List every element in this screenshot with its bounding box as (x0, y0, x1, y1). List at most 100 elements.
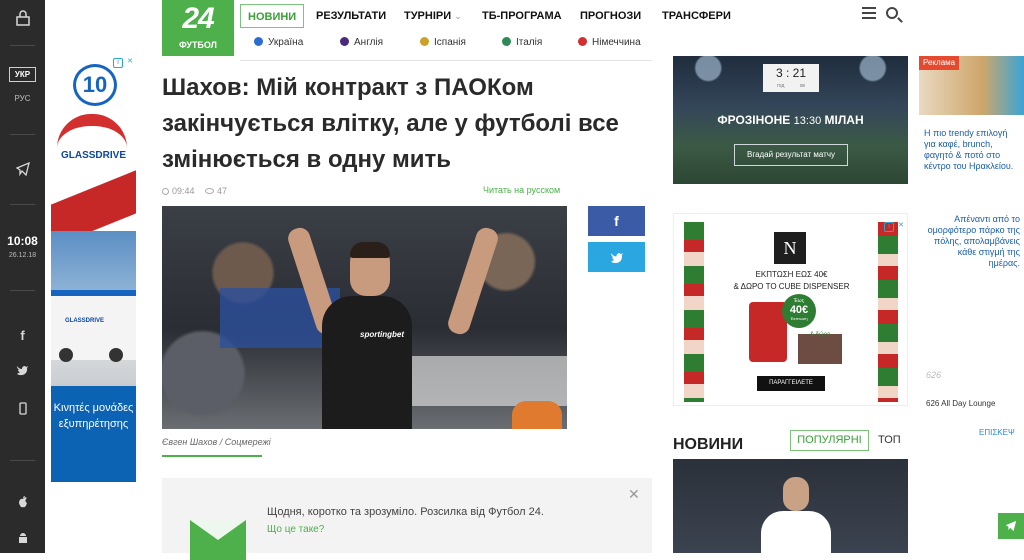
facebook-icon[interactable]: f (0, 328, 45, 343)
right-banner-ad[interactable]: N ΕΚΠΤΩΣΗ ΕΩΣ 40€ & ΔΩΡΟ ΤΟ CUBE DISPENS… (673, 213, 908, 406)
countdown-units: год хв (777, 83, 805, 89)
share-facebook-button[interactable]: f (588, 206, 645, 236)
away-team: МІЛАН (824, 113, 864, 127)
read-in-russian-link[interactable]: Читать на русском (483, 185, 560, 195)
league-label: Італія (516, 37, 543, 48)
ad-pattern (684, 222, 704, 402)
close-icon[interactable]: ✕ (628, 486, 640, 503)
android-icon[interactable] (0, 532, 45, 548)
photo-player (322, 296, 412, 429)
countdown-minutes: 21 (792, 66, 807, 80)
lock-icon[interactable] (0, 10, 45, 29)
lang-ukr-button[interactable]: УКР (9, 67, 36, 82)
countdown-value: 3 : 21 (775, 66, 807, 80)
adchoices-icon[interactable]: i (113, 58, 123, 68)
rail-divider (10, 134, 35, 135)
match-time: 13:30 (793, 115, 822, 127)
site-logo[interactable]: 24 ФУТБОЛ (162, 0, 234, 56)
england-flag-icon (340, 37, 349, 46)
ad-cta-text: Κινητές μονάδες εξυπηρέτησης (53, 402, 134, 430)
league-england[interactable]: Англія (340, 34, 383, 52)
telegram-icon (1005, 520, 1017, 532)
telegram-float-button[interactable] (998, 513, 1024, 539)
article-meta: 09:44 47 (162, 186, 227, 196)
ad-pattern (878, 222, 898, 402)
news-player-head (783, 477, 809, 511)
spain-flag-icon (420, 37, 429, 46)
league-label: Україна (268, 37, 304, 48)
mobile-icon[interactable] (0, 402, 45, 418)
league-spain[interactable]: Іспанія (420, 34, 466, 52)
left-rail: УКР РУС 10:08 26.12.18 f (0, 0, 45, 553)
search-icon[interactable] (886, 7, 898, 19)
home-team: ФРОЗІНОНЕ (717, 113, 791, 127)
league-ukraine[interactable]: Україна (254, 34, 303, 52)
ad-label: Реклама (919, 56, 960, 70)
news-section-title: НОВИНИ (673, 436, 744, 453)
ad-logo-badge: 10 (73, 64, 117, 106)
league-germany[interactable]: Німеччина (578, 34, 641, 52)
article-views: 47 (217, 186, 228, 196)
eye-icon (205, 188, 215, 194)
rail-divider (10, 460, 35, 461)
germany-flag-icon (578, 37, 587, 46)
match-widget: 3 : 21 год хв ФРОЗІНОНЕ 13:30 МІЛАН Вгад… (673, 56, 908, 184)
league-label: Англія (354, 37, 384, 48)
telegram-icon[interactable] (0, 161, 45, 179)
newsletter-box: Щодня, коротко та зрозуміло. Розсилка ві… (162, 478, 652, 560)
nav-news[interactable]: НОВИНИ (240, 4, 305, 28)
ad-van-brand: GLASSDRIVE (65, 318, 105, 324)
lounge-visit-link[interactable]: ΕΠΙΣΚΕΨ (979, 428, 1015, 437)
lounge-logo: 626 (926, 370, 942, 380)
photo-player-hair (350, 242, 390, 258)
tab-popular[interactable]: ПОПУЛЯРНІ (790, 430, 869, 451)
chevron-down-icon: ⌄ (454, 11, 462, 21)
nav-tournaments-label: ТУРНІРИ (404, 10, 452, 22)
envelope-icon (190, 520, 246, 560)
newsletter-info-link[interactable]: Що це таке? (267, 524, 324, 535)
twitter-icon (610, 253, 623, 264)
lang-rus-button[interactable]: РУС (0, 94, 45, 103)
ad-headline: ΕΚΠΤΩΣΗ ΕΩΣ 40€ (755, 270, 828, 279)
ad-gift-text: & δώρο (810, 332, 831, 338)
ukraine-flag-icon (254, 37, 263, 46)
italy-flag-icon (502, 37, 511, 46)
rail-divider (10, 290, 35, 291)
hamburger-menu-icon[interactable] (862, 7, 876, 19)
ad-subheadline: & ΔΩΡΟ ΤΟ CUBE DISPENSER (733, 282, 850, 291)
lounge-ad-text[interactable]: Η πιο trendy επιλογή για καφέ, brunch, φ… (924, 128, 1020, 172)
van-wheel (109, 348, 123, 362)
van-wheel (59, 348, 73, 362)
league-italy[interactable]: Італія (502, 34, 542, 52)
article-headline: Шахов: Мій контракт з ПАОКом закінчуєтьс… (162, 74, 619, 173)
predict-result-button[interactable]: Вгадай результат матчу (734, 144, 848, 166)
ad-discount-badge: Έως 40€ Έκπτωση (782, 294, 816, 328)
league-label: Іспанія (434, 37, 466, 48)
badge-value: 40€ (789, 304, 809, 316)
share-twitter-button[interactable] (588, 242, 645, 272)
caption-underline (162, 455, 262, 457)
news-item-image[interactable] (673, 459, 908, 553)
ad-close-icon[interactable]: ✕ (896, 222, 906, 232)
apple-icon[interactable] (0, 495, 45, 512)
nav-predictions[interactable]: ПРОГНОЗИ (580, 4, 641, 28)
nav-transfers[interactable]: ТРАНСФЕРИ (662, 4, 731, 28)
badge-bottom: Έκπτωση (790, 316, 808, 321)
nav-tournaments[interactable]: ТУРНІРИ ⌄ (404, 4, 462, 28)
lounge-ad-text[interactable]: Απέναντι από το ομορφότερο πάρκο της πόλ… (924, 214, 1020, 269)
ad-order-button[interactable]: ΠΑΡΑΓΓΕΙΛΕΤΕ (757, 376, 825, 391)
clock-time: 10:08 (7, 234, 38, 248)
nav-results[interactable]: РЕЗУЛЬТАТИ (316, 4, 386, 28)
countdown-hours: 3 (775, 66, 783, 80)
ad-close-icon[interactable]: ✕ (125, 58, 135, 68)
tab-top[interactable]: ТОП (878, 430, 901, 451)
nav-tv-program[interactable]: ТБ-ПРОГРАМА (482, 4, 562, 28)
clock-date: 26.12.18 (8, 252, 37, 259)
twitter-icon[interactable] (0, 364, 45, 379)
clock-icon (162, 188, 169, 195)
ad-brand: GLASSDRIVE (60, 150, 126, 161)
photo-white-flag (412, 356, 567, 406)
countdown-timer: 3 : 21 год хв (763, 64, 819, 92)
left-banner-ad[interactable]: 10 GLASSDRIVE GLASSDRIVE Κινητές μονάδες… (51, 56, 136, 482)
adchoices-icon[interactable]: i (884, 222, 894, 232)
